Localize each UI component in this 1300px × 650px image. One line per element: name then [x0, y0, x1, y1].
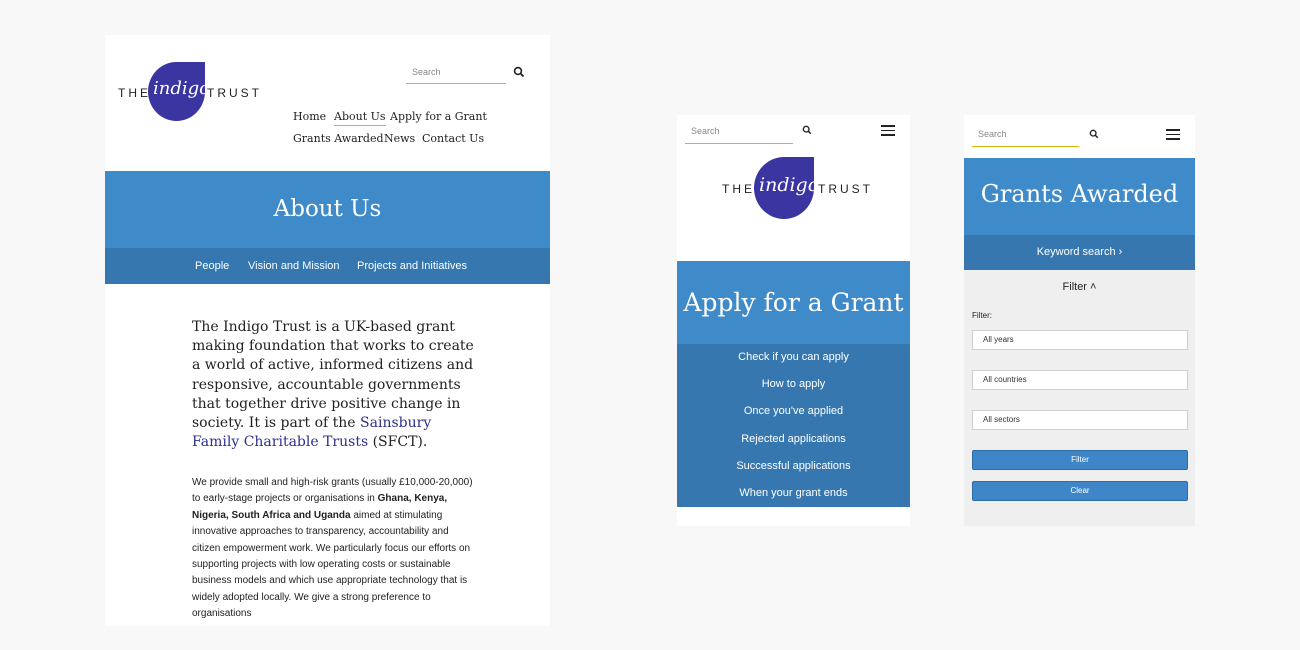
- desktop-about-page: THE indigo TRUST Home About Us Apply for…: [105, 35, 550, 626]
- year-select[interactable]: All years: [972, 330, 1188, 350]
- nav-home[interactable]: Home: [293, 110, 326, 123]
- link-check-eligibility[interactable]: Check if you can apply: [677, 344, 910, 371]
- link-grant-ends[interactable]: When your grant ends: [677, 480, 910, 507]
- search-box[interactable]: [972, 122, 1079, 147]
- nav-about-us[interactable]: About Us: [334, 110, 386, 126]
- page-title: Grants Awarded: [964, 158, 1195, 235]
- search-input[interactable]: [406, 62, 506, 82]
- subnav-vision[interactable]: Vision and Mission: [248, 260, 340, 272]
- logo-trust: TRUST: [207, 86, 262, 100]
- mobile-grants-page: Grants Awarded Keyword search › Filter ˄…: [964, 115, 1195, 526]
- search-box[interactable]: [406, 62, 506, 84]
- filter-button[interactable]: Filter: [972, 450, 1188, 470]
- filter-label: Filter:: [972, 311, 992, 320]
- mobile-apply-page: THE indigo TRUST Apply for a Grant Check…: [677, 115, 910, 526]
- search-box[interactable]: [685, 119, 793, 144]
- nav-contact-us[interactable]: Contact Us: [422, 132, 484, 145]
- nav-grants-awarded[interactable]: Grants Awarded: [293, 132, 384, 145]
- menu-icon[interactable]: [881, 125, 895, 136]
- search-icon[interactable]: [802, 125, 812, 135]
- menu-icon[interactable]: [1166, 129, 1180, 140]
- indigo-trust-logo[interactable]: THE indigo TRUST: [722, 157, 870, 221]
- intro-text-1: The Indigo Trust is a UK-based grant mak…: [192, 319, 474, 432]
- subnav-projects[interactable]: Projects and Initiatives: [357, 260, 467, 272]
- intro-paragraph: The Indigo Trust is a UK-based grant mak…: [192, 318, 477, 452]
- logo-script: indigo: [153, 78, 210, 99]
- subnav-people[interactable]: People: [195, 260, 229, 272]
- page-title: Apply for a Grant: [677, 261, 910, 344]
- apply-links: Check if you can apply How to apply Once…: [677, 344, 910, 507]
- link-how-to-apply[interactable]: How to apply: [677, 371, 910, 398]
- keyword-search-bar: Keyword search ›: [964, 235, 1195, 270]
- intro-text-2: (SFCT).: [368, 434, 428, 451]
- search-input[interactable]: [972, 122, 1079, 145]
- logo-trust: TRUST: [818, 182, 873, 196]
- clear-button[interactable]: Clear: [972, 481, 1188, 501]
- search-icon[interactable]: [513, 66, 525, 78]
- nav-apply[interactable]: Apply for a Grant: [390, 110, 487, 123]
- nav-news[interactable]: News: [384, 132, 415, 145]
- sub-nav: People Vision and Mission Projects and I…: [105, 248, 550, 284]
- indigo-trust-logo[interactable]: THE indigo TRUST: [118, 62, 259, 124]
- country-select[interactable]: All countries: [972, 370, 1188, 390]
- body-paragraph: We provide small and high-risk grants (u…: [192, 475, 477, 623]
- filter-toggle[interactable]: Filter ˄: [964, 281, 1195, 293]
- logo-script: indigo: [759, 174, 820, 196]
- link-once-applied[interactable]: Once you've applied: [677, 398, 910, 425]
- sector-select[interactable]: All sectors: [972, 410, 1188, 430]
- search-icon[interactable]: [1089, 129, 1099, 139]
- logo-the: THE: [118, 86, 151, 100]
- page-title: About Us: [105, 171, 550, 248]
- body-text-2: aimed at stimulating innovative approach…: [192, 509, 471, 620]
- link-rejected[interactable]: Rejected applications: [677, 426, 910, 453]
- search-input[interactable]: [685, 119, 793, 142]
- logo-the: THE: [722, 182, 755, 196]
- link-successful[interactable]: Successful applications: [677, 453, 910, 480]
- keyword-search-link[interactable]: Keyword search ›: [964, 246, 1195, 258]
